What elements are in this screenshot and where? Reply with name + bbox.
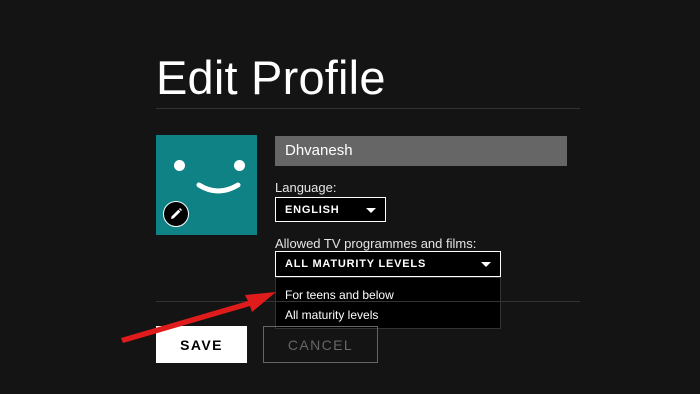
save-button[interactable]: SAVE bbox=[156, 326, 247, 363]
cancel-button[interactable]: CANCEL bbox=[263, 326, 378, 363]
maturity-option-teens[interactable]: For teens and below bbox=[276, 285, 500, 305]
pencil-icon bbox=[171, 208, 182, 219]
avatar-left-eye bbox=[174, 160, 185, 171]
page-title: Edit Profile bbox=[156, 51, 386, 104]
avatar-right-eye bbox=[234, 160, 245, 171]
language-dropdown[interactable]: ENGLISH bbox=[275, 197, 386, 222]
chevron-down-icon bbox=[481, 262, 491, 267]
profile-name-input[interactable] bbox=[275, 136, 567, 166]
language-label: Language: bbox=[275, 180, 337, 195]
maturity-label: Allowed TV programmes and films: bbox=[275, 236, 477, 251]
header-divider bbox=[156, 108, 580, 109]
smiley-face-icon bbox=[196, 182, 241, 194]
maturity-option-all[interactable]: All maturity levels bbox=[276, 305, 500, 325]
chevron-down-icon bbox=[366, 207, 376, 213]
edit-avatar-button[interactable] bbox=[163, 201, 189, 227]
actions-divider bbox=[156, 301, 580, 302]
language-selected-value: ENGLISH bbox=[285, 203, 340, 216]
maturity-dropdown[interactable]: ALL MATURITY LEVELS bbox=[275, 251, 501, 277]
maturity-options-menu: For teens and below All maturity levels bbox=[275, 277, 501, 329]
maturity-selected-value: ALL MATURITY LEVELS bbox=[285, 258, 427, 270]
